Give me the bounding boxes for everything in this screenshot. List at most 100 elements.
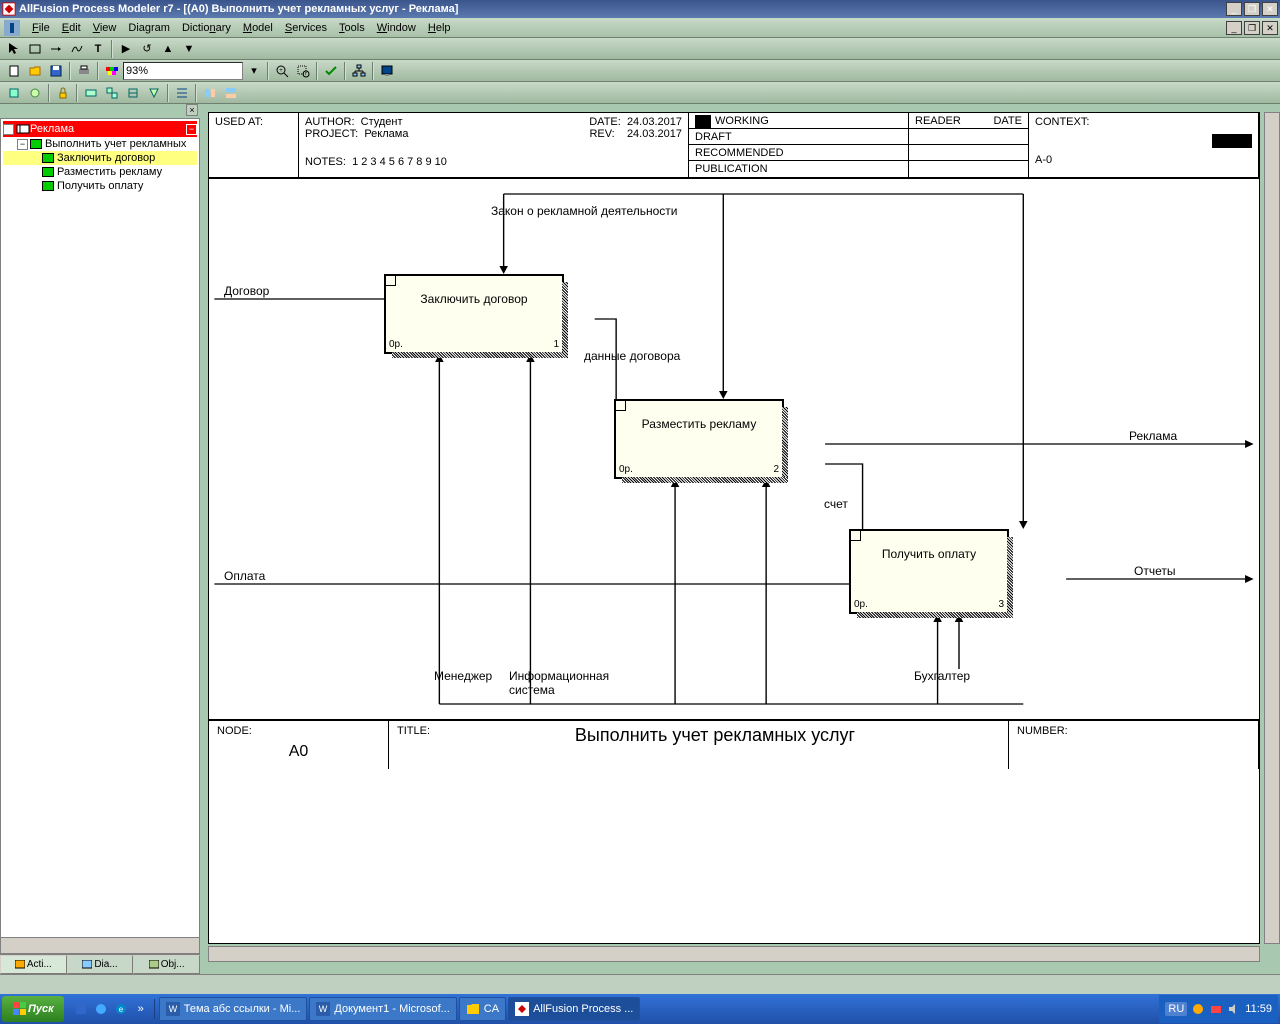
mdi-restore[interactable]: ❐	[1244, 21, 1260, 35]
play-tool[interactable]: ▶	[116, 39, 136, 59]
clock[interactable]: 11:59	[1245, 1003, 1272, 1015]
tray-icon[interactable]	[1191, 1002, 1205, 1016]
folder-icon	[466, 1002, 480, 1016]
close-button[interactable]: ✕	[1262, 2, 1278, 16]
t3-5[interactable]	[102, 83, 122, 103]
menu-tools[interactable]: Tools	[333, 20, 371, 36]
menu-model[interactable]: Model	[237, 20, 279, 36]
down-tool[interactable]: ▼	[179, 39, 199, 59]
up-tool[interactable]: ▲	[158, 39, 178, 59]
activity-number: 3	[998, 599, 1004, 610]
activity-icon	[42, 167, 54, 177]
menubar: File Edit View Diagram Dictionary Model …	[0, 18, 1280, 38]
t3-2[interactable]	[25, 83, 45, 103]
toolbar-standard: ▾ +	[0, 60, 1280, 82]
menu-file[interactable]: File	[26, 20, 56, 36]
tree-root[interactable]: − Реклама −	[3, 121, 197, 137]
language-indicator[interactable]: RU	[1165, 1002, 1187, 1016]
tree-root-minus[interactable]: −	[186, 124, 197, 135]
zoomarea-button[interactable]	[293, 61, 313, 81]
task-item[interactable]: WДокумент1 - Microsof...	[309, 997, 456, 1021]
tab-diagrams[interactable]: Dia...	[67, 955, 134, 974]
tab-icon	[82, 960, 92, 970]
tab-objects[interactable]: Obj...	[133, 955, 200, 974]
text-tool[interactable]: T	[88, 39, 108, 59]
tab-icon	[15, 960, 25, 970]
new-button[interactable]	[4, 61, 24, 81]
check-button[interactable]	[321, 61, 341, 81]
activity-name: Заключить договор	[386, 276, 562, 306]
task-item-active[interactable]: AllFusion Process ...	[508, 997, 640, 1021]
panel-close-button[interactable]: ×	[186, 104, 198, 116]
tree-hscroll[interactable]	[1, 937, 199, 953]
activity-box-1[interactable]: Заключить договор 0р. 1	[384, 274, 564, 354]
lock-button[interactable]	[53, 83, 73, 103]
monitor-button[interactable]	[377, 61, 397, 81]
palette-button[interactable]	[102, 61, 122, 81]
publication-label: PUBLICATION	[695, 163, 768, 175]
tree-node-1[interactable]: Заключить договор	[3, 151, 197, 165]
mdi-close[interactable]: ✕	[1262, 21, 1278, 35]
t3-8[interactable]	[172, 83, 192, 103]
t3-4[interactable]	[81, 83, 101, 103]
tree-node-a0[interactable]: − Выполнить учет рекламных	[3, 137, 197, 151]
pointer-tool[interactable]	[4, 39, 24, 59]
menu-help[interactable]: Help	[422, 20, 457, 36]
arrow-label-mid1: данные договора	[584, 349, 680, 363]
expand-icon[interactable]: −	[17, 139, 28, 150]
windows-taskbar: Пуск e » WТема абс ссылки - Mi... WДокум…	[0, 994, 1280, 1024]
arrow-tool[interactable]	[46, 39, 66, 59]
t3-1[interactable]	[4, 83, 24, 103]
t3-7[interactable]	[144, 83, 164, 103]
task-item[interactable]: CA	[459, 997, 506, 1021]
tree-node-2[interactable]: Разместить рекламу	[3, 165, 197, 179]
canvas-vscroll[interactable]	[1264, 112, 1280, 944]
activity-box-2[interactable]: Разместить рекламу 0р. 2	[614, 399, 784, 479]
menu-window[interactable]: Window	[371, 20, 422, 36]
t3-10[interactable]	[221, 83, 241, 103]
arrow-label-mid2: счет	[824, 497, 848, 511]
mdi-minimize[interactable]: _	[1226, 21, 1242, 35]
tray-icon[interactable]	[1209, 1002, 1223, 1016]
squiggle-tool[interactable]	[67, 39, 87, 59]
ql-more-icon[interactable]: »	[132, 999, 150, 1019]
title-label: TITLE:	[397, 725, 430, 737]
activity-box-3[interactable]: Получить оплату 0р. 3	[849, 529, 1009, 614]
refresh-tool[interactable]: ↺	[137, 39, 157, 59]
activity-tool[interactable]	[25, 39, 45, 59]
draft-label: DRAFT	[695, 131, 732, 142]
menu-diagram[interactable]: Diagram	[122, 20, 176, 36]
t3-6[interactable]	[123, 83, 143, 103]
t3-9[interactable]	[200, 83, 220, 103]
menu-services[interactable]: Services	[279, 20, 333, 36]
arrow-label-out1: Реклама	[1129, 429, 1177, 443]
canvas-hscroll[interactable]	[208, 946, 1260, 962]
print-button[interactable]	[74, 61, 94, 81]
model-tree[interactable]: − Реклама − − Выполнить учет рекламных З…	[1, 119, 199, 937]
minimize-button[interactable]: _	[1226, 2, 1242, 16]
ql-ie-icon[interactable]: e	[112, 999, 130, 1019]
task-item[interactable]: WТема абс ссылки - Mi...	[159, 997, 308, 1021]
idef-diagram[interactable]: Закон о рекламной деятельности Договор О…	[209, 179, 1259, 719]
ql-desktop-icon[interactable]	[92, 999, 110, 1019]
expand-icon[interactable]: −	[3, 124, 14, 135]
ql-save-icon[interactable]	[72, 999, 90, 1019]
zoomin-button[interactable]: +	[272, 61, 292, 81]
zoom-select[interactable]	[123, 62, 243, 80]
tree-node-3[interactable]: Получить оплату	[3, 179, 197, 193]
menu-dictionary[interactable]: Dictionary	[176, 20, 237, 36]
zoom-dropdown[interactable]: ▾	[244, 61, 264, 81]
tree-button[interactable]	[349, 61, 369, 81]
maximize-button[interactable]: ❐	[1244, 2, 1260, 16]
volume-icon[interactable]	[1227, 1002, 1241, 1016]
start-button[interactable]: Пуск	[2, 996, 64, 1022]
menu-view[interactable]: View	[87, 20, 123, 36]
save-button[interactable]	[46, 61, 66, 81]
menu-edit[interactable]: Edit	[56, 20, 87, 36]
diagram-canvas[interactable]: USED AT: AUTHOR: Студент DATE: 24.03.201…	[208, 112, 1260, 944]
tab-icon	[149, 960, 159, 970]
open-button[interactable]	[25, 61, 45, 81]
tab-activities[interactable]: Acti...	[0, 955, 67, 974]
context-label: CONTEXT:	[1035, 116, 1252, 128]
idef-footer: NODE:A0 TITLE:Выполнить учет рекламных у…	[209, 719, 1259, 769]
